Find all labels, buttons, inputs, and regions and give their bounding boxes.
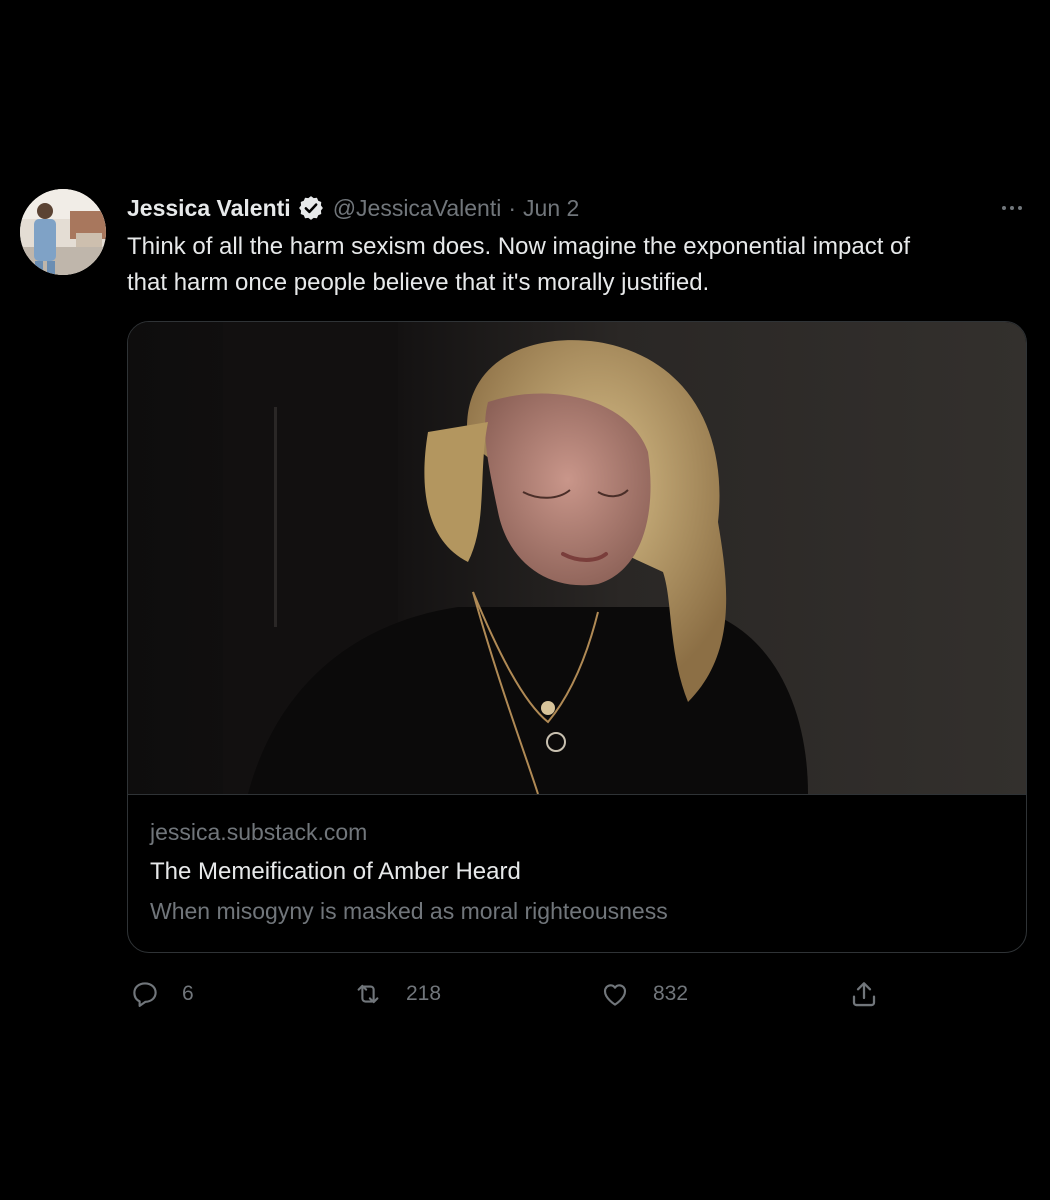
- reply-count: 6: [182, 982, 194, 1005]
- tweet[interactable]: Jessica Valenti @JessicaValenti · Jun 2 …: [0, 0, 1050, 1200]
- reply-bubble-icon: [130, 979, 160, 1009]
- card-domain: jessica.substack.com: [150, 819, 368, 845]
- like-count: 832: [653, 982, 689, 1005]
- reply-button[interactable]: 6: [130, 977, 194, 1011]
- tweet-text: Think of all the harm sexism does. Now i…: [127, 233, 911, 296]
- card-description: When misogyny is masked as moral righteo…: [150, 898, 668, 924]
- retweet-count: 218: [406, 982, 442, 1005]
- more-dots-icon[interactable]: [996, 196, 1028, 220]
- more-dot: [1010, 206, 1014, 210]
- header-separator: ·: [508, 194, 517, 221]
- link-card[interactable]: jessica.substack.com The Memeification o…: [127, 321, 1027, 953]
- retweet-arrows-icon: [352, 979, 384, 1009]
- verified-badge-icon: [297, 194, 325, 222]
- more-dot: [1018, 206, 1022, 210]
- more-dot: [1002, 206, 1006, 210]
- retweet-button[interactable]: 218: [352, 977, 441, 1011]
- tweet-date[interactable]: Jun 2: [523, 195, 579, 222]
- share-upload-icon: [848, 978, 880, 1010]
- card-title: The Memeification of Amber Heard: [150, 858, 521, 885]
- avatar[interactable]: [20, 189, 106, 275]
- author-handle[interactable]: @JessicaValenti: [333, 195, 502, 222]
- like-button[interactable]: 832: [599, 977, 688, 1011]
- share-button[interactable]: [848, 977, 880, 1011]
- author-name[interactable]: Jessica Valenti: [127, 195, 291, 222]
- heart-icon: [599, 979, 631, 1009]
- tweet-header: Jessica Valenti @JessicaValenti · Jun 2: [127, 193, 579, 223]
- card-image: [128, 322, 1026, 795]
